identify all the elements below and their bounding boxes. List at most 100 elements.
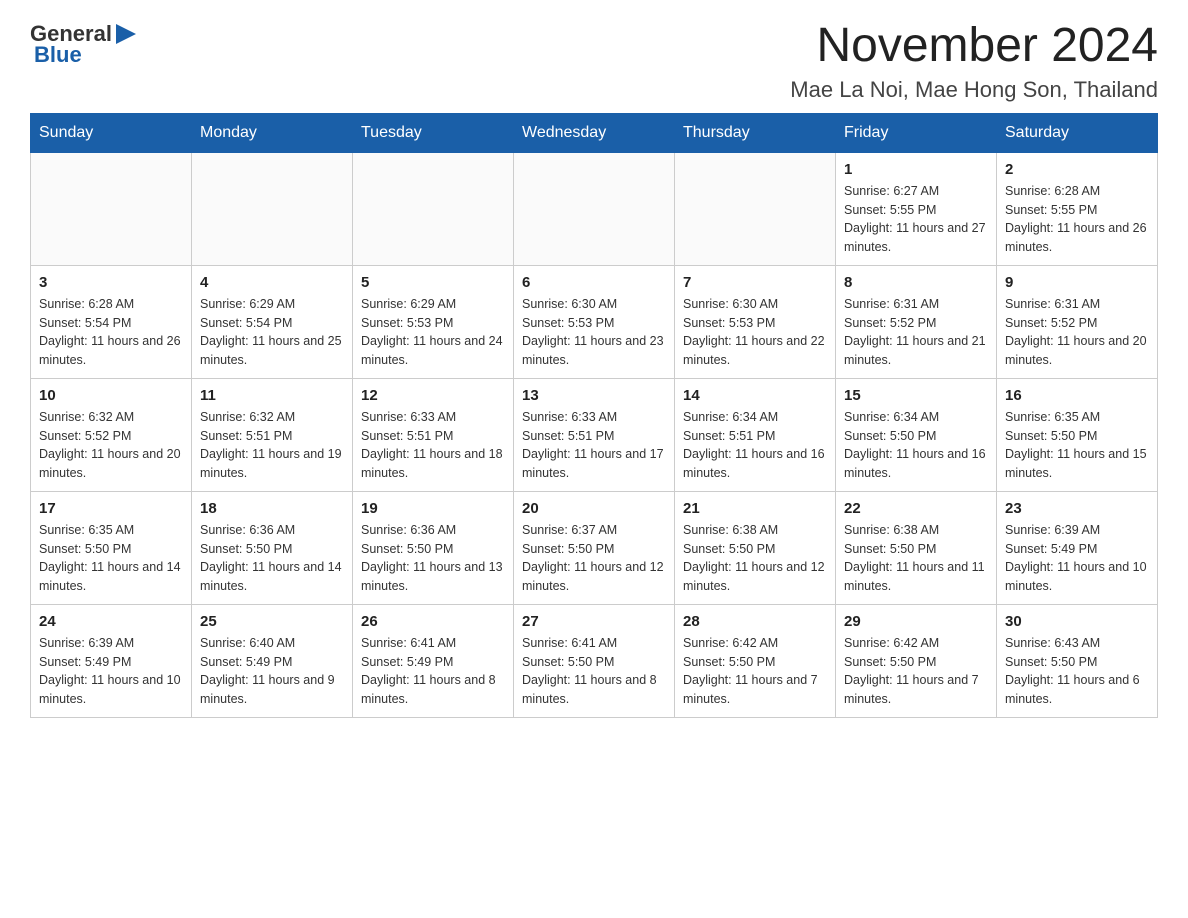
day-number: 9 xyxy=(1005,274,1149,291)
calendar-cell: 15 Sunrise: 6:34 AMSunset: 5:50 PMDayligh… xyxy=(836,378,997,491)
day-info: Sunrise: 6:39 AMSunset: 5:49 PMDaylight:… xyxy=(39,634,183,709)
day-info: Sunrise: 6:28 AMSunset: 5:54 PMDaylight:… xyxy=(39,295,183,370)
day-info: Sunrise: 6:29 AMSunset: 5:53 PMDaylight:… xyxy=(361,295,505,370)
calendar-cell xyxy=(31,152,192,265)
calendar-cell: 17 Sunrise: 6:35 AMSunset: 5:50 PMDayligh… xyxy=(31,491,192,604)
day-number: 25 xyxy=(200,613,344,630)
day-info: Sunrise: 6:36 AMSunset: 5:50 PMDaylight:… xyxy=(361,521,505,596)
title-block: November 2024 Mae La Noi, Mae Hong Son, … xyxy=(790,20,1158,103)
day-number: 23 xyxy=(1005,500,1149,517)
logo-blue-text: Blue xyxy=(34,42,82,68)
calendar-cell xyxy=(514,152,675,265)
calendar-cell: 27 Sunrise: 6:41 AMSunset: 5:50 PMDayligh… xyxy=(514,604,675,717)
day-info: Sunrise: 6:41 AMSunset: 5:49 PMDaylight:… xyxy=(361,634,505,709)
calendar-cell: 18 Sunrise: 6:36 AMSunset: 5:50 PMDayligh… xyxy=(192,491,353,604)
calendar-cell: 19 Sunrise: 6:36 AMSunset: 5:50 PMDayligh… xyxy=(353,491,514,604)
calendar-cell: 20 Sunrise: 6:37 AMSunset: 5:50 PMDayligh… xyxy=(514,491,675,604)
day-info: Sunrise: 6:27 AMSunset: 5:55 PMDaylight:… xyxy=(844,182,988,257)
location-title: Mae La Noi, Mae Hong Son, Thailand xyxy=(790,77,1158,103)
day-number: 8 xyxy=(844,274,988,291)
weekday-header-saturday: Saturday xyxy=(997,113,1158,152)
day-info: Sunrise: 6:33 AMSunset: 5:51 PMDaylight:… xyxy=(522,408,666,483)
day-info: Sunrise: 6:30 AMSunset: 5:53 PMDaylight:… xyxy=(683,295,827,370)
day-info: Sunrise: 6:35 AMSunset: 5:50 PMDaylight:… xyxy=(39,521,183,596)
weekday-header-friday: Friday xyxy=(836,113,997,152)
day-number: 16 xyxy=(1005,387,1149,404)
calendar-cell xyxy=(353,152,514,265)
day-info: Sunrise: 6:32 AMSunset: 5:51 PMDaylight:… xyxy=(200,408,344,483)
calendar-cell: 9 Sunrise: 6:31 AMSunset: 5:52 PMDaylight… xyxy=(997,265,1158,378)
calendar-cell: 5 Sunrise: 6:29 AMSunset: 5:53 PMDaylight… xyxy=(353,265,514,378)
logo-arrow-icon xyxy=(114,20,142,48)
calendar-cell: 4 Sunrise: 6:29 AMSunset: 5:54 PMDaylight… xyxy=(192,265,353,378)
weekday-header-row: SundayMondayTuesdayWednesdayThursdayFrid… xyxy=(31,113,1158,152)
day-info: Sunrise: 6:31 AMSunset: 5:52 PMDaylight:… xyxy=(1005,295,1149,370)
calendar-cell: 30 Sunrise: 6:43 AMSunset: 5:50 PMDayligh… xyxy=(997,604,1158,717)
calendar-cell: 8 Sunrise: 6:31 AMSunset: 5:52 PMDaylight… xyxy=(836,265,997,378)
day-info: Sunrise: 6:29 AMSunset: 5:54 PMDaylight:… xyxy=(200,295,344,370)
calendar-week-3: 10 Sunrise: 6:32 AMSunset: 5:52 PMDayligh… xyxy=(31,378,1158,491)
day-number: 13 xyxy=(522,387,666,404)
day-number: 5 xyxy=(361,274,505,291)
day-number: 3 xyxy=(39,274,183,291)
day-info: Sunrise: 6:39 AMSunset: 5:49 PMDaylight:… xyxy=(1005,521,1149,596)
calendar-cell: 14 Sunrise: 6:34 AMSunset: 5:51 PMDayligh… xyxy=(675,378,836,491)
day-info: Sunrise: 6:33 AMSunset: 5:51 PMDaylight:… xyxy=(361,408,505,483)
day-number: 21 xyxy=(683,500,827,517)
calendar-week-4: 17 Sunrise: 6:35 AMSunset: 5:50 PMDayligh… xyxy=(31,491,1158,604)
day-number: 30 xyxy=(1005,613,1149,630)
day-info: Sunrise: 6:42 AMSunset: 5:50 PMDaylight:… xyxy=(844,634,988,709)
calendar-cell: 25Sunrise: 6:40 AMSunset: 5:49 PMDayligh… xyxy=(192,604,353,717)
calendar-week-1: 1 Sunrise: 6:27 AMSunset: 5:55 PMDaylight… xyxy=(31,152,1158,265)
weekday-header-wednesday: Wednesday xyxy=(514,113,675,152)
day-number: 29 xyxy=(844,613,988,630)
day-number: 28 xyxy=(683,613,827,630)
day-info: Sunrise: 6:35 AMSunset: 5:50 PMDaylight:… xyxy=(1005,408,1149,483)
calendar-cell: 3 Sunrise: 6:28 AMSunset: 5:54 PMDaylight… xyxy=(31,265,192,378)
day-number: 1 xyxy=(844,161,988,178)
day-info: Sunrise: 6:37 AMSunset: 5:50 PMDaylight:… xyxy=(522,521,666,596)
calendar-week-5: 24Sunrise: 6:39 AMSunset: 5:49 PMDayligh… xyxy=(31,604,1158,717)
day-number: 17 xyxy=(39,500,183,517)
day-number: 11 xyxy=(200,387,344,404)
day-info: Sunrise: 6:43 AMSunset: 5:50 PMDaylight:… xyxy=(1005,634,1149,709)
logo: General Blue xyxy=(30,20,142,68)
calendar-cell: 28 Sunrise: 6:42 AMSunset: 5:50 PMDayligh… xyxy=(675,604,836,717)
calendar-cell: 12 Sunrise: 6:33 AMSunset: 5:51 PMDayligh… xyxy=(353,378,514,491)
day-number: 12 xyxy=(361,387,505,404)
calendar-cell: 13 Sunrise: 6:33 AMSunset: 5:51 PMDayligh… xyxy=(514,378,675,491)
weekday-header-monday: Monday xyxy=(192,113,353,152)
day-number: 6 xyxy=(522,274,666,291)
day-number: 14 xyxy=(683,387,827,404)
calendar-cell: 11 Sunrise: 6:32 AMSunset: 5:51 PMDayligh… xyxy=(192,378,353,491)
calendar-cell xyxy=(675,152,836,265)
day-info: Sunrise: 6:34 AMSunset: 5:50 PMDaylight:… xyxy=(844,408,988,483)
day-info: Sunrise: 6:31 AMSunset: 5:52 PMDaylight:… xyxy=(844,295,988,370)
day-info: Sunrise: 6:28 AMSunset: 5:55 PMDaylight:… xyxy=(1005,182,1149,257)
day-number: 18 xyxy=(200,500,344,517)
day-info: Sunrise: 6:30 AMSunset: 5:53 PMDaylight:… xyxy=(522,295,666,370)
day-info: Sunrise: 6:34 AMSunset: 5:51 PMDaylight:… xyxy=(683,408,827,483)
calendar-cell: 2Sunrise: 6:28 AMSunset: 5:55 PMDaylight… xyxy=(997,152,1158,265)
day-number: 10 xyxy=(39,387,183,404)
day-info: Sunrise: 6:42 AMSunset: 5:50 PMDaylight:… xyxy=(683,634,827,709)
day-number: 4 xyxy=(200,274,344,291)
day-number: 15 xyxy=(844,387,988,404)
day-number: 27 xyxy=(522,613,666,630)
calendar-cell: 1 Sunrise: 6:27 AMSunset: 5:55 PMDaylight… xyxy=(836,152,997,265)
day-number: 26 xyxy=(361,613,505,630)
calendar-cell: 21 Sunrise: 6:38 AMSunset: 5:50 PMDayligh… xyxy=(675,491,836,604)
weekday-header-tuesday: Tuesday xyxy=(353,113,514,152)
day-info: Sunrise: 6:36 AMSunset: 5:50 PMDaylight:… xyxy=(200,521,344,596)
calendar-cell: 16 Sunrise: 6:35 AMSunset: 5:50 PMDayligh… xyxy=(997,378,1158,491)
day-info: Sunrise: 6:38 AMSunset: 5:50 PMDaylight:… xyxy=(683,521,827,596)
calendar-cell: 23 Sunrise: 6:39 AMSunset: 5:49 PMDayligh… xyxy=(997,491,1158,604)
calendar-cell xyxy=(192,152,353,265)
day-number: 20 xyxy=(522,500,666,517)
calendar-week-2: 3 Sunrise: 6:28 AMSunset: 5:54 PMDaylight… xyxy=(31,265,1158,378)
day-info: Sunrise: 6:32 AMSunset: 5:52 PMDaylight:… xyxy=(39,408,183,483)
calendar-table: SundayMondayTuesdayWednesdayThursdayFrid… xyxy=(30,113,1158,718)
day-info: Sunrise: 6:41 AMSunset: 5:50 PMDaylight:… xyxy=(522,634,666,709)
page-header: General Blue November 2024 Mae La Noi, M… xyxy=(30,20,1158,103)
day-number: 19 xyxy=(361,500,505,517)
